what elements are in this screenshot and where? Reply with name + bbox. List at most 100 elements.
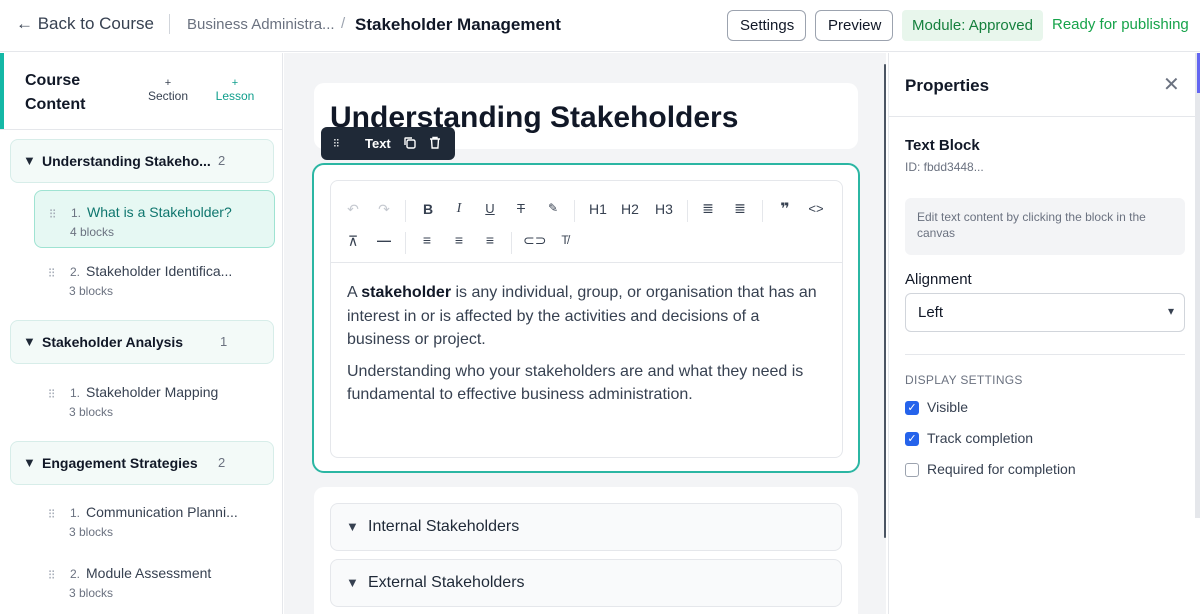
bullet-list-icon[interactable]: ≣ bbox=[697, 200, 719, 217]
lesson-number: 2. bbox=[70, 567, 81, 581]
duplicate-icon[interactable] bbox=[403, 136, 416, 152]
properties-panel: Properties ✕ Text Block ID: fbdd3448... … bbox=[888, 53, 1200, 614]
lesson-title: What is a Stakeholder? bbox=[87, 204, 232, 220]
preview-button[interactable]: Preview bbox=[815, 10, 893, 41]
drag-handle-icon[interactable]: ⁝⁝ bbox=[48, 387, 58, 400]
accordion-item-external[interactable]: ▼ External Stakeholders bbox=[330, 559, 842, 607]
lesson-title: Stakeholder Identifica... bbox=[86, 263, 233, 279]
horizontal-rule-icon[interactable]: — bbox=[373, 232, 395, 248]
lesson-item[interactable]: ⁝⁝ 2. Stakeholder Identifica... 3 blocks bbox=[34, 250, 275, 308]
chevron-down-icon: ▾ bbox=[1167, 304, 1174, 318]
back-to-course-link[interactable]: ← Back to Course bbox=[16, 14, 154, 34]
italic-icon[interactable]: I bbox=[448, 201, 470, 217]
clear-format-icon[interactable]: T̸ bbox=[554, 233, 576, 247]
underline-icon[interactable]: U bbox=[479, 201, 501, 216]
align-left-icon[interactable]: ≡ bbox=[416, 232, 438, 248]
numbered-list-icon[interactable]: ≣ bbox=[729, 200, 751, 217]
add-section-button[interactable]: + Section bbox=[145, 77, 191, 103]
settings-button[interactable]: Settings bbox=[727, 10, 806, 41]
align-center-icon[interactable]: ≡ bbox=[448, 232, 470, 248]
edit-hint: Edit text content by clicking the block … bbox=[905, 198, 1185, 255]
add-section-label: Section bbox=[147, 89, 189, 103]
editor-toolbar: ↶ ↷ B I U T ✎ H1 H2 H3 ≣ ≣ ❞ <> ⊼ — ≡ ≡ … bbox=[331, 181, 842, 263]
toolbar-separator bbox=[762, 200, 763, 222]
redo-icon[interactable]: ↷ bbox=[373, 201, 395, 218]
close-icon[interactable]: ✕ bbox=[1163, 72, 1180, 97]
sidebar-title: Course Content bbox=[25, 72, 86, 113]
heading-2-button[interactable]: H2 bbox=[617, 201, 643, 217]
breadcrumb-module: Stakeholder Management bbox=[355, 15, 561, 34]
paragraph: A stakeholder is any individual, group, … bbox=[347, 281, 817, 352]
toolbar-separator bbox=[405, 232, 406, 254]
divider bbox=[905, 354, 1185, 355]
status-badge: Module: Approved bbox=[902, 10, 1043, 41]
link-icon[interactable]: ⊂⊃ bbox=[523, 232, 546, 249]
lesson-item[interactable]: ⁝⁝ 2. Module Assessment 3 blocks bbox=[34, 552, 275, 610]
sidebar-section-analysis[interactable]: ▼ Stakeholder Analysis 1 bbox=[10, 320, 274, 364]
toolbar-separator bbox=[574, 200, 575, 222]
drag-handle-icon[interactable]: ⁝⁝ bbox=[333, 136, 340, 150]
lesson-item[interactable]: ⁝⁝ 1. Stakeholder Mapping 3 blocks bbox=[34, 371, 275, 429]
lesson-number: 1. bbox=[71, 206, 82, 220]
lesson-item[interactable]: ⁝⁝ 1. What is a Stakeholder? 4 blocks bbox=[34, 190, 275, 248]
block-type-label: Text bbox=[365, 136, 391, 151]
breadcrumb-course[interactable]: Business Administra... bbox=[187, 16, 335, 33]
editor-canvas[interactable]: Understanding Stakeholders ⁝⁝ Text ↶ ↷ B… bbox=[284, 53, 886, 614]
highlight-icon[interactable]: ✎ bbox=[542, 201, 564, 215]
lesson-block-count: 3 blocks bbox=[69, 586, 114, 600]
drag-handle-icon[interactable]: ⁝⁝ bbox=[48, 568, 58, 581]
drag-handle-icon[interactable]: ⁝⁝ bbox=[49, 207, 59, 220]
drag-handle-icon[interactable]: ⁝⁝ bbox=[48, 507, 58, 520]
section-count: 2 bbox=[218, 455, 226, 470]
checkbox-checked[interactable]: ✓ bbox=[905, 401, 919, 415]
text-block-selected[interactable]: ↶ ↷ B I U T ✎ H1 H2 H3 ≣ ≣ ❞ <> ⊼ — ≡ ≡ … bbox=[312, 163, 860, 473]
quote-icon[interactable]: ❞ bbox=[774, 199, 796, 219]
lesson-number: 1. bbox=[70, 386, 81, 400]
checkbox-unchecked[interactable] bbox=[905, 463, 919, 477]
lesson-number: 2. bbox=[70, 265, 81, 279]
toolbar-separator bbox=[511, 232, 512, 254]
heading-3-button[interactable]: H3 bbox=[651, 201, 677, 217]
course-content-sidebar: Course Content + Section + Lesson ▼ Unde… bbox=[0, 53, 283, 614]
sidebar-section-understanding[interactable]: ▼ Understanding Stakeho... 2 bbox=[10, 139, 274, 183]
trash-icon[interactable] bbox=[429, 136, 441, 152]
lesson-block-count: 3 blocks bbox=[69, 405, 114, 419]
sidebar-section-engagement[interactable]: ▼ Engagement Strategies 2 bbox=[10, 441, 274, 485]
expand-triangle-icon: ▼ bbox=[346, 575, 359, 590]
bold-text: stakeholder bbox=[361, 284, 452, 301]
editor-content[interactable]: A stakeholder is any individual, group, … bbox=[347, 281, 817, 415]
section-count: 1 bbox=[220, 334, 228, 349]
accordion-title: Internal Stakeholders bbox=[368, 518, 520, 535]
plus-icon: + bbox=[164, 77, 172, 89]
lesson-title: Stakeholder Mapping bbox=[86, 384, 219, 400]
lesson-item[interactable]: ⁝⁝ 1. Communication Planni... 3 blocks bbox=[34, 491, 275, 549]
undo-icon[interactable]: ↶ bbox=[342, 201, 364, 218]
collapse-triangle-icon: ▼ bbox=[23, 455, 36, 470]
alignment-select[interactable]: Left ▾ bbox=[905, 293, 1185, 332]
drag-handle-icon[interactable]: ⁝⁝ bbox=[48, 266, 58, 279]
checkbox-label: Visible bbox=[927, 399, 968, 415]
checkbox-checked[interactable]: ✓ bbox=[905, 432, 919, 446]
add-lesson-button[interactable]: + Lesson bbox=[212, 77, 258, 103]
page-scrollbar[interactable] bbox=[1195, 53, 1200, 518]
alignment-value: Left bbox=[918, 304, 944, 321]
section-count: 2 bbox=[218, 153, 226, 168]
align-right-icon[interactable]: ≡ bbox=[479, 232, 501, 248]
section-title: Stakeholder Analysis bbox=[42, 334, 184, 350]
collapse-icon[interactable]: ⊼ bbox=[342, 233, 364, 250]
accordion-block[interactable]: ▼ Internal Stakeholders ▼ External Stake… bbox=[314, 487, 858, 614]
canvas-scrollbar[interactable] bbox=[884, 64, 886, 538]
checkbox-label: Track completion bbox=[927, 430, 1034, 446]
accordion-item-internal[interactable]: ▼ Internal Stakeholders bbox=[330, 503, 842, 551]
section-title: Understanding Stakeho... bbox=[42, 153, 211, 169]
lesson-title: Communication Planni... bbox=[86, 504, 238, 520]
strikethrough-icon[interactable]: T bbox=[510, 201, 532, 216]
bold-icon[interactable]: B bbox=[417, 201, 439, 217]
code-icon[interactable]: <> bbox=[805, 201, 827, 216]
sidebar-accent-bar bbox=[0, 53, 4, 130]
rich-text-editor[interactable]: ↶ ↷ B I U T ✎ H1 H2 H3 ≣ ≣ ❞ <> ⊼ — ≡ ≡ … bbox=[330, 180, 843, 458]
checkbox-label: Required for completion bbox=[927, 461, 1076, 477]
accordion-title: External Stakeholders bbox=[368, 574, 525, 591]
toolbar-separator bbox=[687, 200, 688, 222]
heading-1-button[interactable]: H1 bbox=[585, 201, 611, 217]
